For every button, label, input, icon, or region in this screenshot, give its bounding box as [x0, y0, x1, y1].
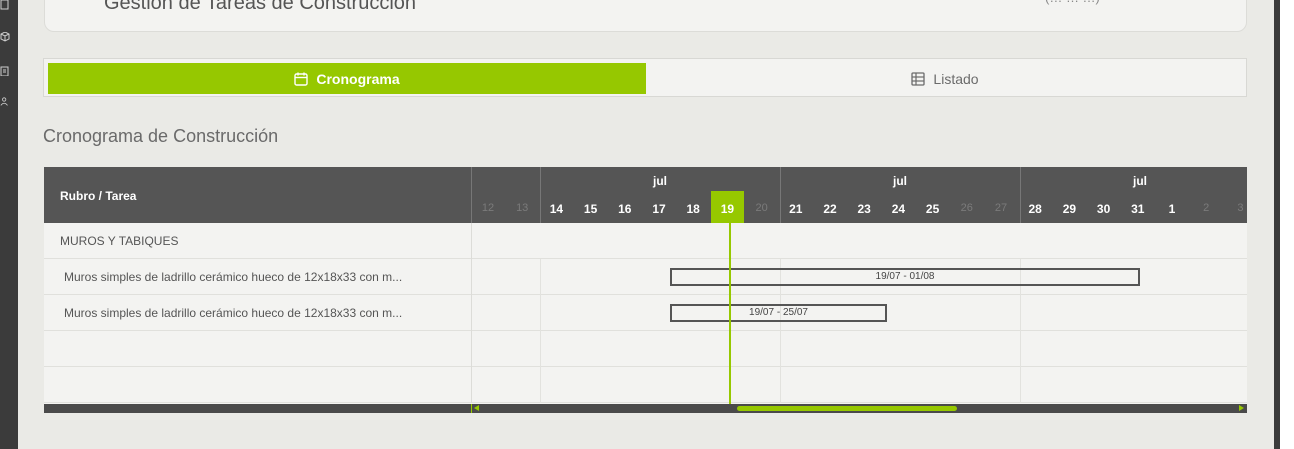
task-bar[interactable]: 19/07 - 25/07	[670, 304, 887, 322]
section-title: Cronograma de Construcción	[43, 126, 279, 146]
day-label: 13	[516, 202, 529, 214]
empty-row	[44, 367, 1247, 403]
task-name: Muros simples de ladrillo cerámico hueco…	[64, 306, 403, 320]
day-label: 21	[789, 202, 803, 216]
day-label: 25	[925, 202, 940, 216]
day-label: 15	[583, 202, 598, 216]
table-icon	[911, 71, 926, 86]
day-label: 12	[481, 202, 495, 214]
tab-cronograma-label: Cronograma	[316, 70, 400, 87]
day-label: 2	[1203, 202, 1210, 214]
task-name: Muros simples de ladrillo cerámico hueco…	[64, 270, 403, 284]
page-header-title: Gestión de Tareas de Construcción	[104, 0, 417, 14]
header-right-text: (… … …)	[1045, 0, 1100, 5]
scrollbar-thumb[interactable]	[737, 406, 957, 411]
clipboard-icon[interactable]	[0, 66, 10, 76]
week-gridline	[540, 259, 541, 403]
table-row[interactable]: Muros simples de ladrillo cerámico hueco…	[44, 295, 1247, 331]
today-marker-line	[729, 223, 731, 404]
scrollbar-start	[471, 404, 472, 413]
tab-cronograma[interactable]: Cronograma	[48, 63, 646, 94]
column-divider	[471, 167, 472, 223]
task-bar[interactable]: 19/07 - 01/08	[670, 268, 1140, 286]
day-label: 16	[618, 202, 632, 216]
day-label: 30	[1096, 202, 1111, 216]
month-label: jul	[1133, 174, 1147, 188]
gantt-chart: Rubro / Tarea jul jul jul 12 13 14 15 16 17 18…	[44, 167, 1247, 413]
day-label: 29	[1062, 202, 1077, 216]
group-row[interactable]: MUROS Y TABIQUES	[44, 223, 1247, 259]
day-label: 19	[720, 202, 735, 216]
column-header-rubro: Rubro / Tarea	[60, 189, 137, 203]
empty-row	[44, 331, 1247, 367]
day-label: 14	[549, 202, 564, 216]
day-label: 17	[652, 202, 666, 216]
group-label: MUROS Y TABIQUES	[60, 234, 179, 248]
left-sidebar	[0, 0, 18, 449]
day-label: 27	[994, 202, 1008, 214]
day-label: 3	[1237, 202, 1244, 214]
day-label: 23	[857, 202, 871, 216]
month-label: jul	[893, 174, 907, 188]
horizontal-scrollbar[interactable]	[44, 404, 1247, 413]
day-label: 31	[1131, 202, 1145, 216]
tab-listado[interactable]: Listado	[646, 63, 1244, 94]
month-label: jul	[653, 174, 667, 188]
day-label: 18	[686, 202, 700, 216]
window-edge	[1274, 0, 1294, 449]
view-tabs: Cronograma Listado	[43, 58, 1247, 97]
document-icon[interactable]	[0, 0, 10, 10]
day-label: 26	[960, 202, 973, 214]
day-label: 24	[891, 202, 906, 216]
column-divider	[471, 223, 472, 403]
day-label: 28	[1028, 202, 1042, 216]
calendar-icon	[294, 72, 309, 86]
day-label: 22	[823, 202, 837, 216]
checklist-icon	[68, 0, 90, 4]
scroll-left-arrow-icon[interactable]	[474, 405, 479, 411]
day-label: 20	[755, 202, 768, 214]
users-icon[interactable]	[0, 97, 10, 107]
day-label: 1	[1168, 202, 1176, 216]
tab-listado-label: Listado	[933, 70, 979, 87]
cube-icon[interactable]	[0, 32, 10, 42]
gantt-header: Rubro / Tarea jul jul jul 12 13 14 15 16 17 18…	[44, 167, 1247, 223]
scroll-right-arrow-icon[interactable]	[1239, 405, 1244, 411]
